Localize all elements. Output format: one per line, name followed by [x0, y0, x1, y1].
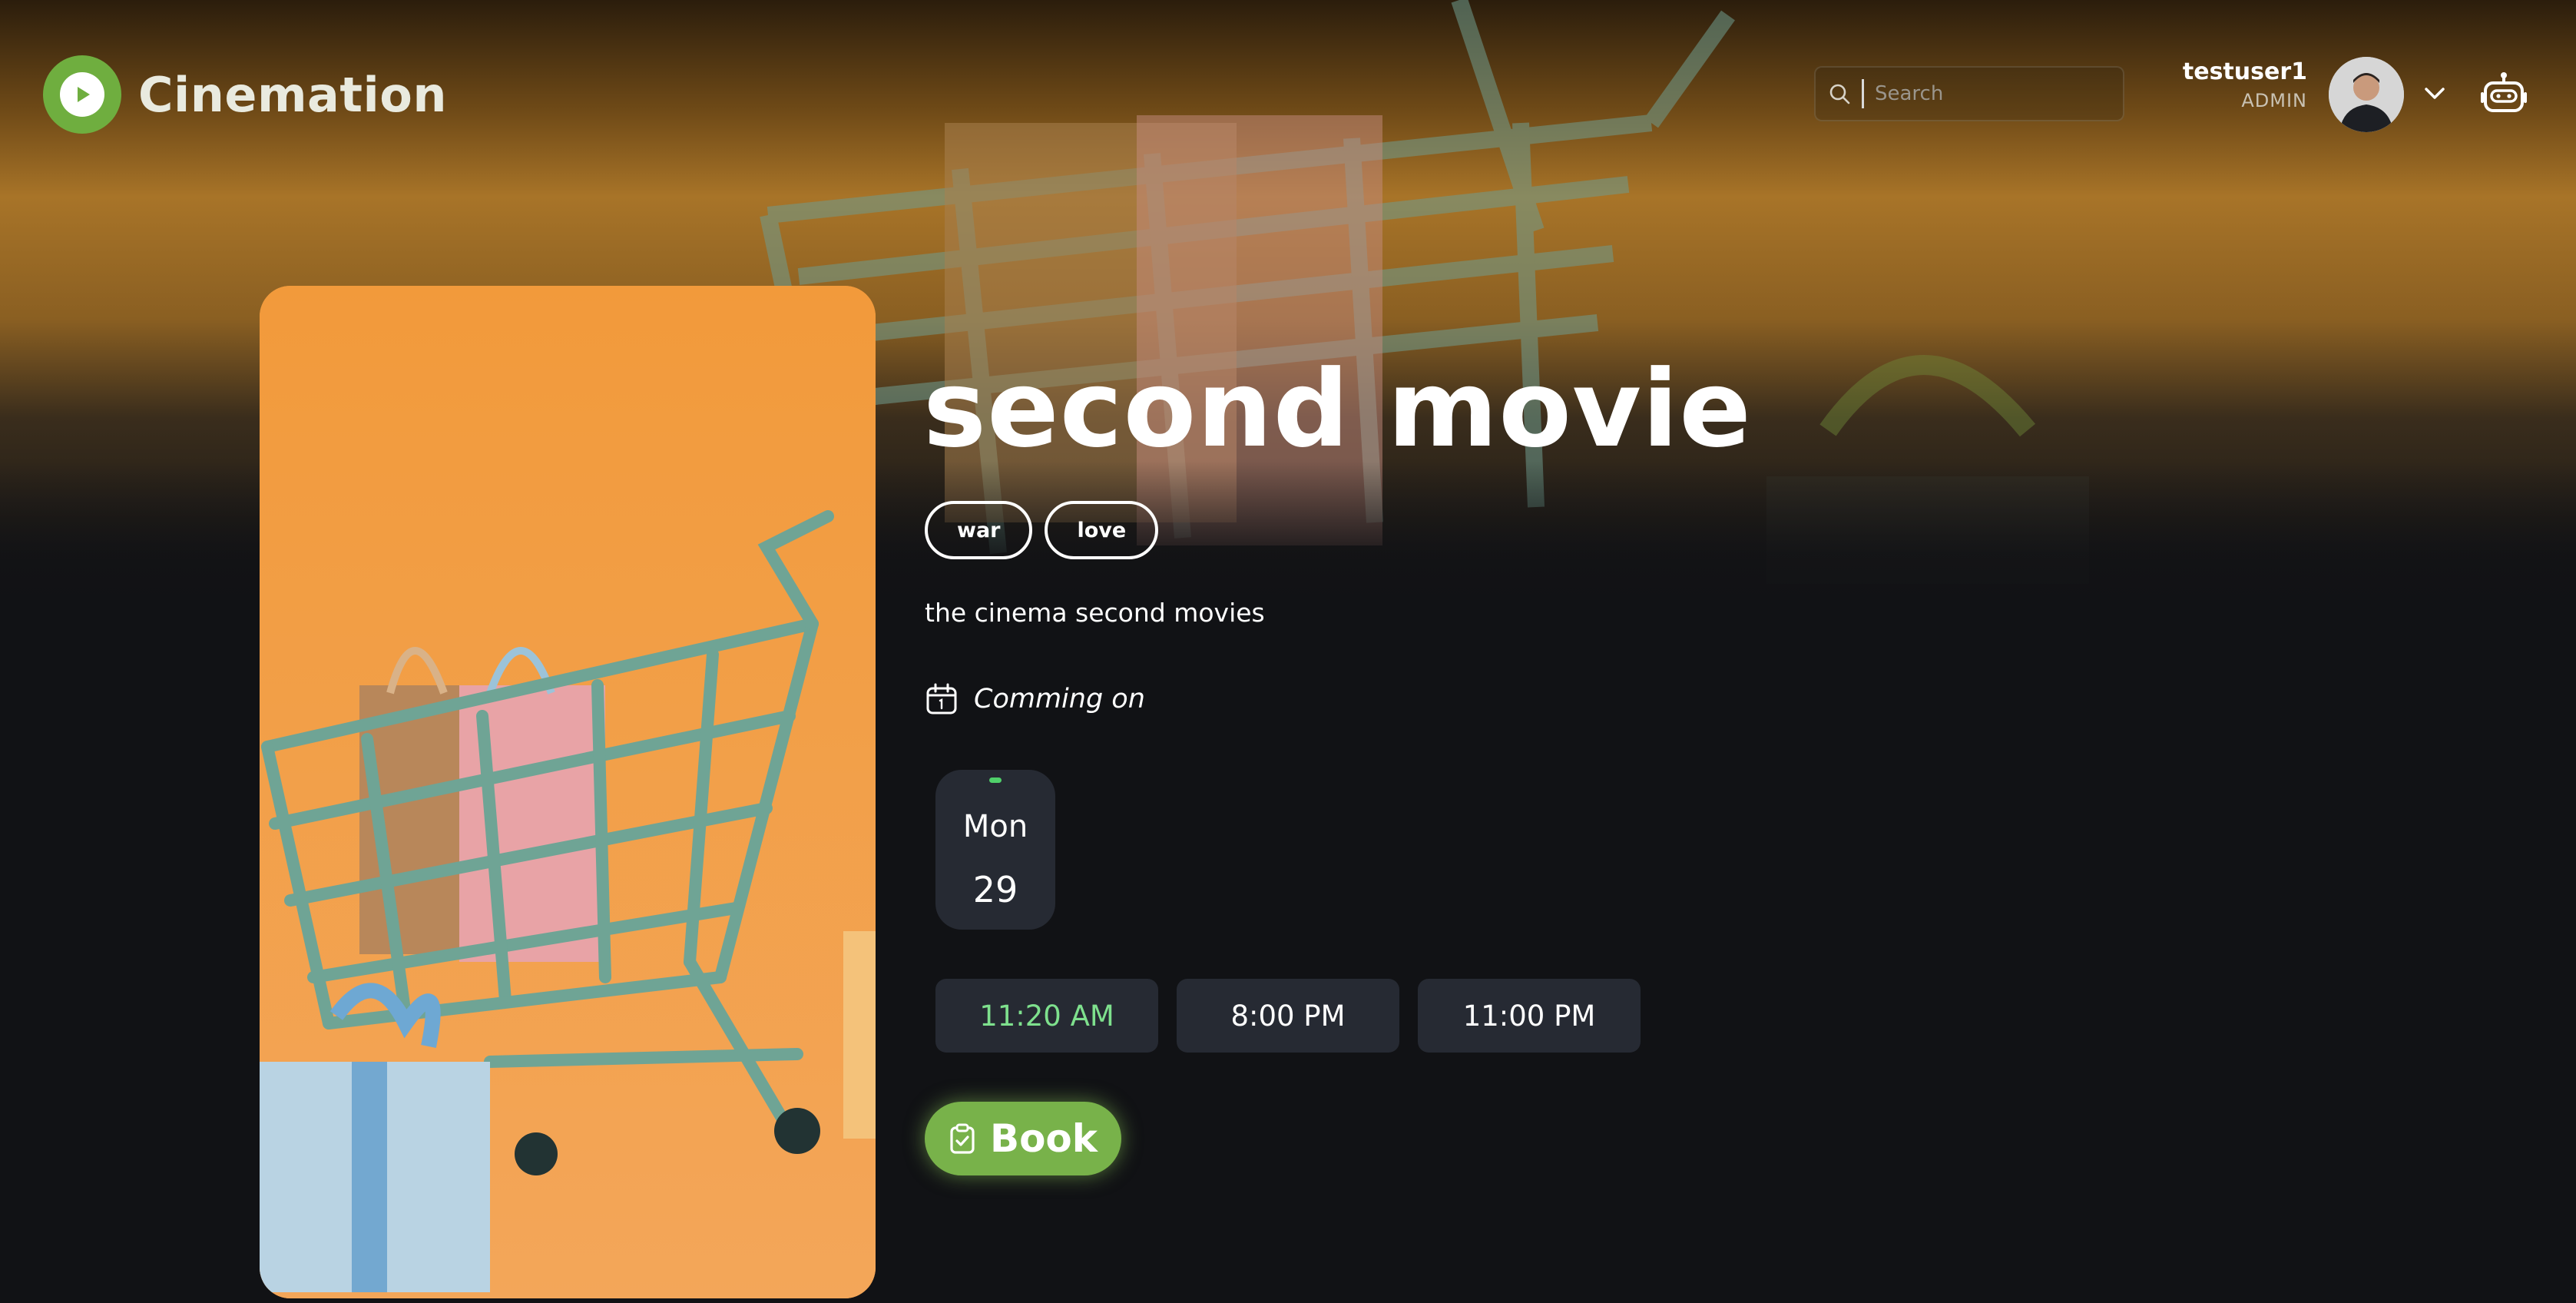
clipboard-check-icon: [950, 1123, 975, 1154]
movie-description: the cinema second movies: [925, 598, 1265, 628]
user-name: testuser1: [2182, 58, 2307, 85]
showtime-button[interactable]: 8:00 PM: [1177, 979, 1399, 1053]
coming-on-text: Comming on: [974, 684, 1145, 714]
date-number: 29: [972, 869, 1018, 910]
genre-tag[interactable]: war: [925, 501, 1033, 559]
coming-on-label: Comming on: [925, 682, 1145, 716]
book-button[interactable]: Book: [925, 1102, 1121, 1175]
showtimes: 11:20 AM 8:00 PM 11:00 PM: [935, 979, 1641, 1053]
search-icon: [1829, 84, 1850, 104]
user-role: ADMIN: [2241, 90, 2307, 111]
robot-icon[interactable]: [2479, 71, 2528, 120]
search-box[interactable]: [1814, 66, 2124, 121]
avatar[interactable]: [2329, 57, 2404, 132]
date-option[interactable]: Mon 29: [935, 770, 1055, 930]
app-name: Cinemation: [138, 66, 448, 123]
calendar-icon: [926, 683, 957, 714]
showtime-button[interactable]: 11:20 AM: [935, 979, 1158, 1053]
movie-poster: [260, 286, 876, 1298]
selected-indicator: [989, 777, 1002, 783]
search-caret: [1862, 79, 1864, 108]
movie-title: second movie: [923, 347, 1752, 471]
genre-tag[interactable]: love: [1045, 501, 1159, 559]
app-logo[interactable]: Cinemation: [43, 55, 447, 134]
date-day: Mon: [962, 809, 1028, 844]
user-info[interactable]: testuser1 ADMIN: [2151, 58, 2307, 111]
showtime-button[interactable]: 11:00 PM: [1418, 979, 1641, 1053]
search-input[interactable]: [1875, 82, 2105, 105]
chevron-down-icon[interactable]: [2421, 80, 2449, 108]
book-label: Book: [989, 1116, 1098, 1161]
movie-detail-page: Cinemation testuser1 ADMIN: [0, 0, 2576, 1303]
genre-tags: war love: [925, 501, 1159, 559]
play-icon: [43, 55, 121, 134]
